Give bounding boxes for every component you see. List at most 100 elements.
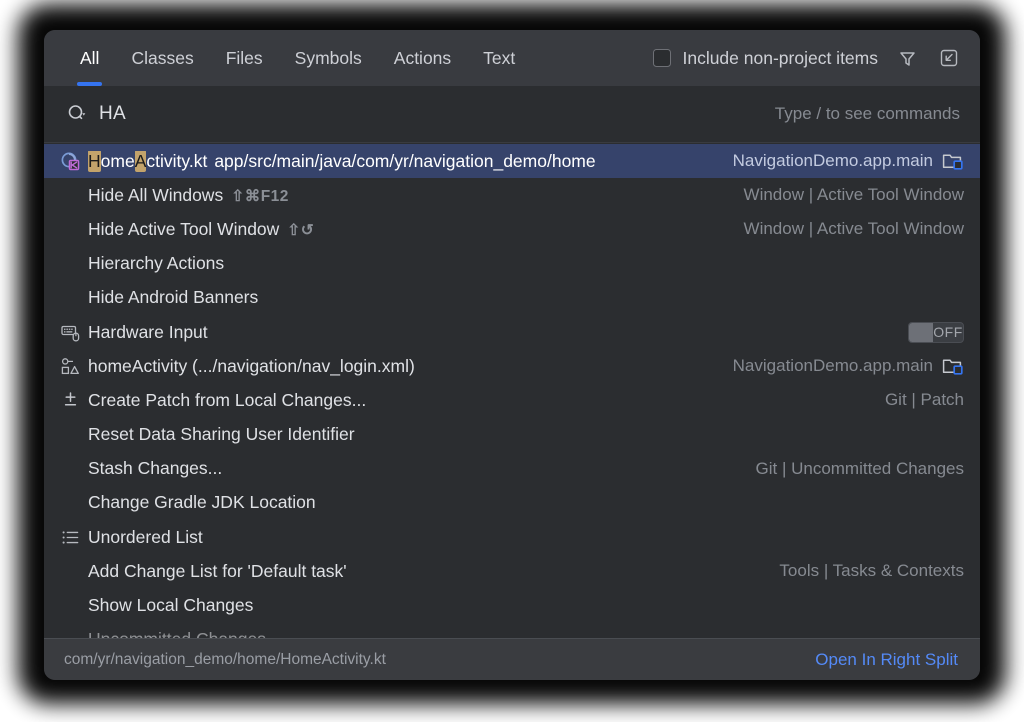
toggle-knob bbox=[909, 323, 933, 342]
result-row[interactable]: Change Gradle JDK Location bbox=[44, 486, 980, 520]
result-row-module: Git | Patch bbox=[885, 390, 964, 410]
result-row-title: Hide Android Banners bbox=[88, 287, 258, 308]
footer-path: com/yr/navigation_demo/home/HomeActivity… bbox=[64, 651, 386, 669]
search-everywhere-popup: AllClassesFilesSymbolsActionsText Includ… bbox=[44, 30, 980, 680]
result-row[interactable]: homeActivity (.../navigation/nav_login.x… bbox=[44, 349, 980, 383]
tab-classes[interactable]: Classes bbox=[115, 30, 209, 86]
toggle-state-label: OFF bbox=[933, 324, 963, 340]
result-row-title: Hierarchy Actions bbox=[88, 253, 224, 274]
result-row-meta: Window | Active Tool Window bbox=[724, 185, 964, 205]
tab-all[interactable]: All bbox=[64, 30, 115, 86]
result-row-title: Show Local Changes bbox=[88, 595, 253, 616]
search-icon bbox=[66, 103, 88, 125]
result-row[interactable]: Add Change List for 'Default task' Tools … bbox=[44, 554, 980, 588]
title-text: ctivity.kt bbox=[146, 151, 207, 171]
result-row-meta: NavigationDemo.app.main bbox=[713, 151, 964, 171]
result-row[interactable]: Create Patch from Local Changes... Git | … bbox=[44, 383, 980, 417]
hardware-input-toggle[interactable]: OFF bbox=[908, 322, 964, 343]
search-input[interactable]: HA bbox=[99, 103, 126, 125]
include-non-project-items-checkbox[interactable]: Include non-project items bbox=[653, 48, 878, 69]
result-row-main: Hierarchy Actions bbox=[88, 253, 224, 274]
tab-files[interactable]: Files bbox=[210, 30, 279, 86]
title-text: ome bbox=[101, 151, 135, 171]
unordered-list-icon bbox=[60, 527, 81, 548]
screen: AllClassesFilesSymbolsActionsText Includ… bbox=[0, 0, 1024, 722]
results-list[interactable]: HomeActivity.kt app/src/main/java/com/yr/… bbox=[44, 143, 980, 638]
kotlin-class-icon bbox=[60, 151, 81, 172]
filter-funnel-icon[interactable] bbox=[894, 45, 920, 71]
result-row-title: Reset Data Sharing User Identifier bbox=[88, 424, 355, 445]
tab-actions[interactable]: Actions bbox=[378, 30, 467, 86]
result-row-main: Change Gradle JDK Location bbox=[88, 492, 316, 513]
result-row-title: Hide All Windows bbox=[88, 185, 223, 206]
result-row-title: Hardware Input bbox=[88, 322, 208, 343]
result-row-main: Add Change List for 'Default task' bbox=[88, 561, 347, 582]
result-row-module: Git | Uncommitted Changes bbox=[756, 459, 965, 479]
result-row-title: Add Change List for 'Default task' bbox=[88, 561, 347, 582]
result-row-subtitle: app/src/main/java/com/yr/navigation_demo… bbox=[214, 151, 595, 172]
result-row-main: Hardware Input bbox=[88, 322, 208, 343]
result-row-shortcut: ⇧↺ bbox=[287, 221, 314, 240]
result-row-main: homeActivity (.../navigation/nav_login.x… bbox=[88, 356, 415, 377]
result-row-title: Stash Changes... bbox=[88, 458, 222, 479]
result-row-main: Stash Changes... bbox=[88, 458, 222, 479]
match-highlight: H bbox=[88, 151, 101, 172]
toolbar-right: Include non-project items bbox=[653, 45, 980, 71]
tab-symbols[interactable]: Symbols bbox=[279, 30, 378, 86]
result-row-icon bbox=[58, 527, 82, 548]
module-folder-icon bbox=[942, 152, 964, 171]
result-row-main: Hide All Windows⇧⌘F12 bbox=[88, 185, 289, 206]
result-row-meta: NavigationDemo.app.main bbox=[713, 356, 964, 376]
result-row[interactable]: Hide Android Banners bbox=[44, 281, 980, 315]
result-row-module: NavigationDemo.app.main bbox=[733, 356, 933, 376]
result-row-main: Show Local Changes bbox=[88, 595, 253, 616]
result-row-meta: Window | Active Tool Window bbox=[724, 219, 964, 239]
open-in-right-split-button[interactable]: Open In Right Split bbox=[815, 650, 958, 670]
navigation-graph-icon bbox=[60, 356, 81, 377]
result-row-meta: Git | Patch bbox=[865, 390, 964, 410]
result-row[interactable]: Unordered List bbox=[44, 520, 980, 554]
result-row-title: Uncommitted Changes bbox=[88, 629, 266, 638]
result-row[interactable]: Uncommitted Changes bbox=[44, 623, 980, 638]
result-row[interactable]: Hide All Windows⇧⌘F12 Window | Active Too… bbox=[44, 178, 980, 212]
search-bar[interactable]: HA Type / to see commands bbox=[44, 86, 980, 143]
result-row-module: Window | Active Tool Window bbox=[744, 185, 964, 205]
open-in-split-icon[interactable] bbox=[936, 45, 962, 71]
module-folder-icon bbox=[942, 357, 964, 376]
result-row-main: Create Patch from Local Changes... bbox=[88, 390, 366, 411]
result-row[interactable]: Hide Active Tool Window ⇧↺ Window | Active… bbox=[44, 212, 980, 246]
patch-plusminus-icon bbox=[60, 390, 81, 411]
result-row-main: HomeActivity.kt app/src/main/java/com/yr/… bbox=[88, 151, 596, 172]
search-hint: Type / to see commands bbox=[775, 104, 960, 124]
result-row-title: Change Gradle JDK Location bbox=[88, 492, 316, 513]
result-row-meta: Git | Uncommitted Changes bbox=[736, 459, 965, 479]
result-row-main: Unordered List bbox=[88, 527, 203, 548]
checkbox-box[interactable] bbox=[653, 49, 671, 67]
result-row-main: Hide Android Banners bbox=[88, 287, 258, 308]
result-row-icon bbox=[58, 356, 82, 377]
result-row-meta: Tools | Tasks & Contexts bbox=[759, 561, 964, 581]
result-row[interactable]: Hardware Input OFF bbox=[44, 315, 980, 349]
result-row-main: Uncommitted Changes bbox=[88, 629, 266, 638]
result-row-title: Hide Active Tool Window bbox=[88, 219, 279, 240]
result-row-module: Tools | Tasks & Contexts bbox=[779, 561, 964, 581]
result-row-title: Create Patch from Local Changes... bbox=[88, 390, 366, 411]
footer-bar: com/yr/navigation_demo/home/HomeActivity… bbox=[44, 638, 980, 680]
result-row-icon bbox=[58, 151, 82, 172]
tab-text[interactable]: Text bbox=[467, 30, 531, 86]
result-row-icon bbox=[58, 322, 82, 343]
result-row-icon bbox=[58, 390, 82, 411]
match-highlight: A bbox=[135, 151, 147, 172]
result-row[interactable]: Reset Data Sharing User Identifier bbox=[44, 418, 980, 452]
result-row[interactable]: Show Local Changes bbox=[44, 588, 980, 622]
result-row-module: Window | Active Tool Window bbox=[744, 219, 964, 239]
result-row-title: HomeActivity.kt bbox=[88, 151, 207, 172]
result-row[interactable]: Stash Changes... Git | Uncommitted Change… bbox=[44, 452, 980, 486]
result-row-main: Reset Data Sharing User Identifier bbox=[88, 424, 355, 445]
keyboard-mouse-icon bbox=[60, 322, 81, 343]
result-row[interactable]: Hierarchy Actions bbox=[44, 247, 980, 281]
result-row-title: Unordered List bbox=[88, 527, 203, 548]
result-row-title: homeActivity (.../navigation/nav_login.x… bbox=[88, 356, 415, 377]
result-row-main: Hide Active Tool Window ⇧↺ bbox=[88, 219, 314, 240]
result-row[interactable]: HomeActivity.kt app/src/main/java/com/yr/… bbox=[44, 144, 980, 178]
